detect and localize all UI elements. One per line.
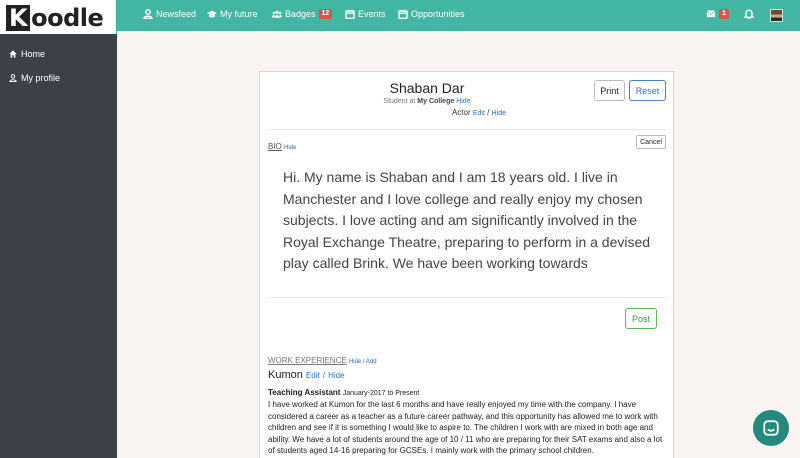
sidebar-nav: Home My profile bbox=[0, 42, 117, 90]
sidebar: Home My profile bbox=[0, 0, 117, 458]
user-icon bbox=[143, 9, 153, 19]
role-separator: / bbox=[487, 108, 490, 117]
logo-initial: K bbox=[6, 5, 31, 31]
print-button[interactable]: Print bbox=[594, 80, 625, 101]
company-separator: / bbox=[322, 371, 326, 380]
profile-role: Actor Edit / Hide bbox=[260, 108, 698, 117]
work-hide-add-link[interactable]: Hide / Add bbox=[349, 359, 377, 365]
messages-count-badge: 1 bbox=[719, 9, 729, 19]
role-edit-link[interactable]: Edit bbox=[473, 110, 485, 117]
divider bbox=[268, 297, 666, 298]
home-icon bbox=[9, 50, 17, 58]
graduation-cap-icon bbox=[207, 10, 217, 18]
logo-area: Koodle bbox=[0, 0, 117, 34]
school-name: My College bbox=[417, 98, 455, 105]
company-line: Kumon Edit / Hide bbox=[268, 369, 345, 381]
profile-name: Shaban Dar bbox=[389, 80, 465, 96]
nav-badges[interactable]: Badges 12 bbox=[272, 9, 333, 19]
nav-newsfeed[interactable]: Newsfeed bbox=[143, 9, 196, 19]
top-navbar: Newsfeed My future Badges 12 Events Oppo… bbox=[117, 0, 800, 31]
logo-text: oodle bbox=[31, 4, 104, 32]
sidebar-item-my-profile[interactable]: My profile bbox=[0, 66, 117, 90]
company-name: Kumon bbox=[268, 369, 303, 381]
nav-label: Badges bbox=[285, 9, 316, 19]
user-icon bbox=[9, 74, 17, 82]
school-hide-link[interactable]: Hide bbox=[456, 98, 470, 105]
reset-button[interactable]: Reset bbox=[629, 80, 666, 101]
post-button[interactable]: Post bbox=[625, 308, 657, 329]
nav-label: My future bbox=[220, 9, 258, 19]
bell-icon bbox=[744, 9, 754, 19]
nav-events[interactable]: Events bbox=[345, 9, 386, 19]
bio-hide-link[interactable]: Hide bbox=[284, 145, 296, 151]
calendar-icon bbox=[345, 9, 355, 19]
sidebar-item-label: Home bbox=[21, 49, 46, 59]
divider bbox=[268, 129, 666, 130]
nav-opportunities[interactable]: Opportunities bbox=[398, 9, 465, 19]
company-hide-link[interactable]: Hide bbox=[328, 371, 344, 380]
nav-label: Events bbox=[358, 9, 386, 19]
subtitle-prefix: Student at bbox=[383, 98, 416, 105]
nav-label: Opportunities bbox=[411, 9, 465, 19]
chat-icon bbox=[763, 420, 779, 436]
work-experience-heading: WORK EXPERIENCE Hide / Add bbox=[268, 356, 377, 365]
chat-launcher-button[interactable] bbox=[753, 410, 789, 446]
job-description: I have worked at Kumon for the last 6 mo… bbox=[268, 400, 663, 455]
bio-title: BIO bbox=[268, 142, 282, 151]
bio-heading: BIO Hide bbox=[268, 142, 296, 151]
calendar-icon bbox=[398, 9, 408, 19]
messages-button[interactable]: 1 bbox=[706, 9, 729, 19]
nav-label: Newsfeed bbox=[156, 9, 197, 19]
profile-subtitle: Student at My College Hide bbox=[260, 98, 594, 105]
role-hide-link[interactable]: Hide bbox=[492, 110, 506, 117]
badges-count-badge: 12 bbox=[318, 9, 333, 19]
work-experience-title: WORK EXPERIENCE bbox=[268, 356, 347, 365]
job-title: Teaching Assistant bbox=[268, 388, 341, 397]
sidebar-item-label: My profile bbox=[21, 73, 61, 83]
notifications-button[interactable] bbox=[744, 9, 754, 19]
cancel-button[interactable]: Cancel bbox=[636, 135, 666, 149]
role-title: Actor bbox=[451, 108, 471, 117]
user-avatar[interactable] bbox=[770, 9, 783, 22]
nav-my-future[interactable]: My future bbox=[207, 9, 258, 19]
envelope-icon bbox=[706, 10, 716, 18]
bio-textarea[interactable]: Hi. My name is Shaban and I am 18 years … bbox=[283, 167, 668, 285]
job-dates: January-2017 to Present bbox=[342, 390, 420, 397]
job-title-line: Teaching Assistant January-2017 to Prese… bbox=[268, 388, 419, 397]
company-edit-link[interactable]: Edit bbox=[306, 371, 320, 380]
profile-card: Shaban Dar Student at My College Hide Ac… bbox=[259, 71, 674, 458]
users-icon bbox=[272, 10, 282, 18]
app-logo[interactable]: Koodle bbox=[6, 4, 104, 32]
sidebar-item-home[interactable]: Home bbox=[0, 42, 117, 66]
